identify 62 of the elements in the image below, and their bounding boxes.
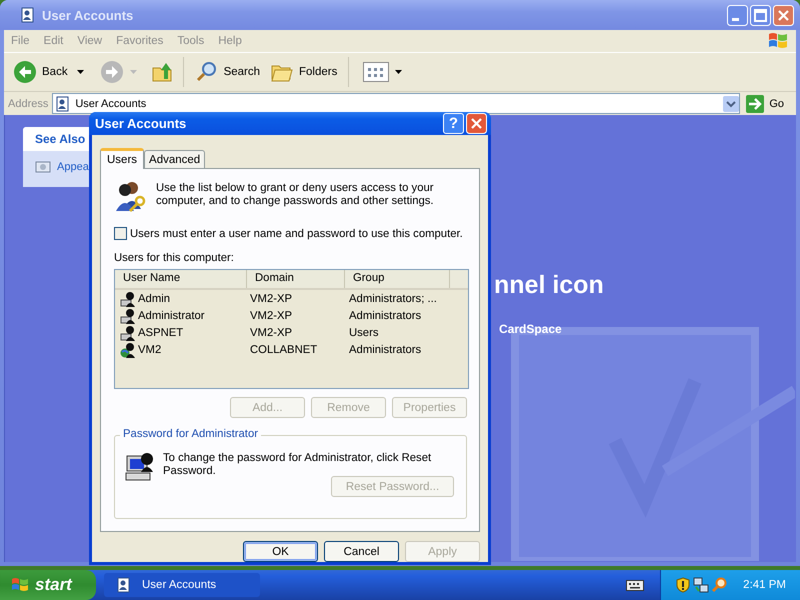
dropdown-caret-icon[interactable]	[395, 70, 402, 74]
user-list[interactable]: User Name Domain Group Admin VM2-XP Administrators; ... Administrator VM2-XP Administrators ASPNET VM2-XP Users VM2 COLLABNET Administrators	[114, 269, 469, 389]
arrow-icon	[746, 94, 764, 112]
go-button[interactable]: Go	[744, 94, 792, 112]
search-icon	[194, 60, 219, 84]
help-button[interactable]: ?	[443, 113, 464, 134]
clock: 2:41 PM	[743, 579, 786, 591]
user-icon	[120, 290, 136, 306]
user-accounts-icon	[116, 577, 132, 593]
intro-text: Use the list below to grant or deny users access to your computer, and to change passwords and other settings.	[156, 181, 435, 208]
tab[interactable]: Users	[100, 148, 144, 169]
checkbox[interactable]	[114, 227, 127, 240]
users-key-icon	[114, 179, 148, 213]
shield-icon[interactable]	[675, 577, 692, 593]
user-accounts-icon	[55, 96, 72, 112]
minimize-button[interactable]	[727, 4, 748, 26]
user-icon	[120, 324, 136, 340]
user-icon	[120, 308, 136, 324]
column-header[interactable]: Group	[345, 270, 450, 288]
user-accounts-icon	[20, 7, 36, 23]
domain-cell-text: VM2-XP	[250, 326, 294, 338]
close-button[interactable]	[773, 4, 794, 26]
address-field[interactable]: User Accounts	[52, 93, 740, 114]
back-button[interactable]: Back	[10, 58, 71, 86]
network-icon[interactable]	[693, 577, 710, 593]
column-header[interactable]: Domain	[247, 270, 345, 288]
folders-button[interactable]: Folders	[267, 58, 340, 86]
taskbar-button[interactable]: User Accounts	[104, 573, 260, 597]
user-name-cell[interactable]: ASPNET	[137, 326, 184, 338]
domain-cell-text: VM2-XP	[250, 310, 294, 322]
close-button[interactable]	[466, 113, 487, 134]
window-title: User Accounts	[42, 8, 134, 22]
user-name-cell[interactable]: VM2	[137, 344, 162, 356]
panel-link[interactable]: Appea	[57, 161, 89, 173]
search-icon[interactable]	[711, 577, 728, 593]
group-cell-text: Administrators	[349, 310, 422, 322]
domain-cell-text: COLLABNET	[250, 344, 318, 356]
dropdown-button[interactable]	[723, 96, 740, 112]
views-grid-icon[interactable]	[363, 62, 390, 82]
domain-user-icon	[120, 342, 136, 358]
dialog-button[interactable]: OK	[243, 541, 318, 562]
password-hint-text: To change the password for Administrator, click Reset Password.	[163, 451, 432, 478]
user-name-cell[interactable]: Administrator	[137, 310, 206, 322]
group-cell-text: Administrators	[349, 344, 422, 356]
page-heading: nnel icon	[493, 271, 604, 300]
domain-cell-text: VM2-XP	[250, 292, 294, 304]
address-label: Address	[8, 98, 48, 110]
dialog-button[interactable]: Cancel	[324, 541, 399, 562]
group-cell-text: Administrators; ...	[349, 292, 438, 304]
group-cell-text: Users	[349, 326, 380, 338]
list-label: Users for this computer:	[114, 252, 235, 264]
dropdown-caret-icon[interactable]	[76, 70, 84, 74]
search-button[interactable]: Search	[192, 58, 264, 86]
appearance-icon	[35, 159, 51, 175]
group-title: Password for Administrator	[120, 428, 261, 440]
column-header[interactable]: User Name	[115, 270, 247, 288]
checkbox-label[interactable]: Users must enter a user name and password to use this computer.	[130, 228, 463, 240]
keyboard-icon[interactable]	[626, 578, 644, 592]
start-button[interactable]: start	[0, 570, 96, 600]
user-name-cell[interactable]: Admin	[137, 292, 172, 304]
tab[interactable]: Advanced	[144, 150, 206, 168]
maximize-button[interactable]	[750, 4, 771, 26]
